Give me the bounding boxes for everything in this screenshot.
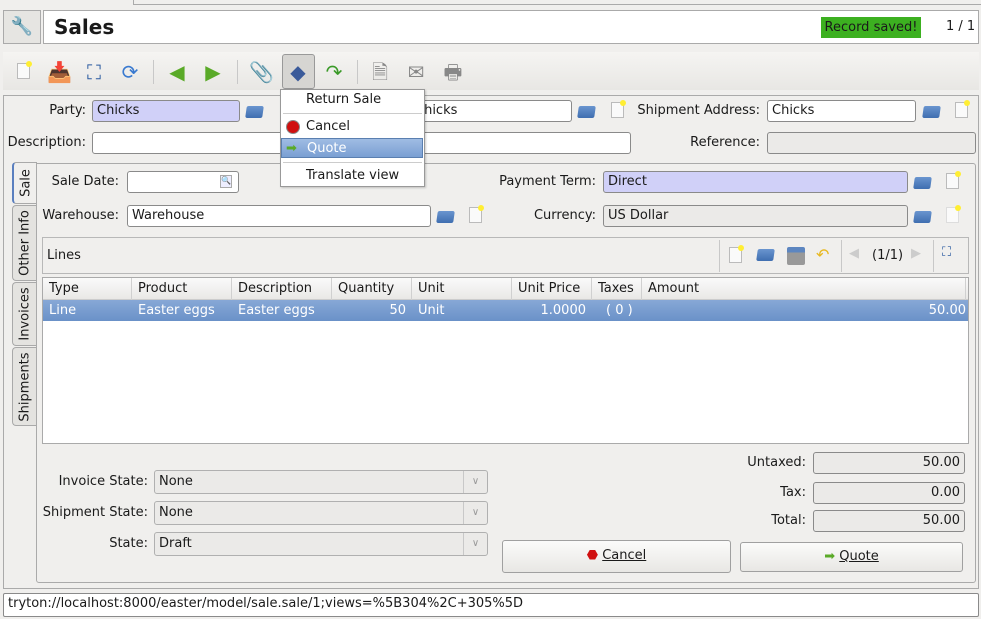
currency-field[interactable]: US Dollar [603,205,908,227]
lines-pager: (1/1) [872,248,904,263]
tab-shipments[interactable]: Shipments [12,347,37,426]
col-product[interactable]: Product [132,278,232,300]
open-invoice-address-icon[interactable] [577,102,596,120]
tax-amount: 0.00 [813,482,965,504]
reference-field[interactable] [767,132,976,154]
col-type[interactable]: Type [43,278,132,300]
col-amount[interactable]: Amount [642,278,966,300]
payment-term-label: Payment Term: [499,174,596,189]
menu-item-cancel[interactable]: Cancel [281,117,423,137]
table-row[interactable]: Line Easter eggs Easter eggs 50 Unit 1.0… [43,300,968,321]
total-amount: 50.00 [813,510,965,532]
title-bar: Sales Record saved! 1 / 1 [43,10,979,44]
col-unit[interactable]: Unit [412,278,512,300]
lines-title: Lines [47,248,81,263]
menu-item-translate-view[interactable]: Translate view [281,166,423,186]
state-select[interactable]: Draft ∨ [154,532,488,556]
table-header: Type Product Description Quantity Unit U… [43,278,968,300]
reference-label: Reference: [690,135,760,150]
shipment-address-field[interactable]: Chicks [767,100,916,122]
open-currency-icon[interactable] [913,207,932,225]
page-title: Sales [54,15,115,39]
tax-label: Tax: [780,485,806,500]
state-label: State: [109,536,148,551]
party-label: Party: [49,103,86,118]
stop-icon [286,120,300,134]
invoice-address-field[interactable]: Chicks [410,100,572,122]
open-payment-term-icon[interactable] [913,173,932,191]
attachment-icon[interactable]: 📎 [249,60,274,84]
save-icon[interactable]: 📥 [47,60,72,84]
report-icon[interactable]: 🗎 [368,60,392,84]
description-label: Description: [7,135,86,150]
status-badge: Record saved! [821,17,921,38]
new-currency-icon [946,205,964,225]
lines-toolbar: Lines ↶ ◀ (1/1) ▶ ⛶ [42,237,969,274]
previous-icon[interactable]: ◀ [165,60,189,84]
currency-label: Currency: [533,208,596,223]
col-quantity[interactable]: Quantity [332,278,412,300]
action-icon[interactable]: ◆ [286,60,310,84]
new-payment-term-icon[interactable] [946,171,964,191]
undo-line-icon[interactable]: ↶ [816,245,834,264]
col-unit-price[interactable]: Unit Price [512,278,592,300]
shipment-state-label: Shipment State: [42,505,148,520]
stop-icon: ⬣ [586,548,599,563]
col-taxes[interactable]: Taxes [592,278,642,300]
menu-item-return-sale[interactable]: Return Sale [281,90,423,110]
untaxed-amount: 50.00 [813,452,965,474]
warehouse-field[interactable]: Warehouse [127,205,431,227]
payment-term-field[interactable]: Direct [603,171,908,193]
open-party-icon[interactable] [245,102,264,120]
new-icon[interactable] [11,60,35,84]
tab-invoices[interactable]: Invoices [12,282,37,346]
untaxed-label: Untaxed: [747,455,806,470]
cancel-button[interactable]: ⬣ Cancel [502,540,731,573]
invoice-state-label: Invoice State: [58,474,148,489]
url-field[interactable]: tryton://localhost:8000/easter/model/sal… [3,593,979,617]
new-shipment-address-icon[interactable] [955,100,973,120]
switch-line-view-icon[interactable]: ⛶ [942,245,960,263]
toolbar [3,52,979,90]
next-icon[interactable]: ▶ [201,60,225,84]
record-count: 1 / 1 [946,19,976,34]
arrow-right-icon: ➡ [824,549,836,564]
invoice-state-select[interactable]: None ∨ [154,470,488,494]
menu-item-quote[interactable]: ➡ Quote [281,138,423,158]
tab-sale[interactable]: Sale [12,162,37,204]
switch-view-icon[interactable]: ⛶ [82,60,106,84]
party-field[interactable]: Chicks [92,100,240,122]
new-line-icon[interactable] [729,245,747,265]
previous-line-icon[interactable]: ◀ [849,246,867,264]
next-line-icon[interactable]: ▶ [911,246,929,264]
open-warehouse-icon[interactable] [436,207,455,225]
tab-strip [133,0,981,5]
relate-icon[interactable]: ↷ [322,60,346,84]
wrench-icon: 🔧 [10,16,34,37]
delete-line-icon[interactable] [787,247,805,265]
arrow-right-icon: ➡ [286,141,297,156]
warehouse-label: Warehouse: [42,208,119,223]
print-icon[interactable]: 🖶 [441,60,465,84]
email-icon[interactable]: ✉ [404,60,428,84]
shipment-address-label: Shipment Address: [637,103,760,118]
tab-other-info[interactable]: Other Info [12,205,37,281]
total-label: Total: [771,513,806,528]
sale-date-label: Sale Date: [51,174,119,189]
lines-table: Type Product Description Quantity Unit U… [42,277,969,444]
col-description[interactable]: Description [232,278,332,300]
quote-button[interactable]: ➡ Quote [740,542,963,572]
tools-button[interactable]: 🔧 [3,10,41,44]
shipment-state-select[interactable]: None ∨ [154,501,488,525]
reload-icon[interactable]: ⟳ [118,60,142,84]
calendar-icon[interactable]: 🔍 [220,175,232,188]
open-line-icon[interactable] [756,245,775,263]
open-shipment-address-icon[interactable] [922,102,941,120]
